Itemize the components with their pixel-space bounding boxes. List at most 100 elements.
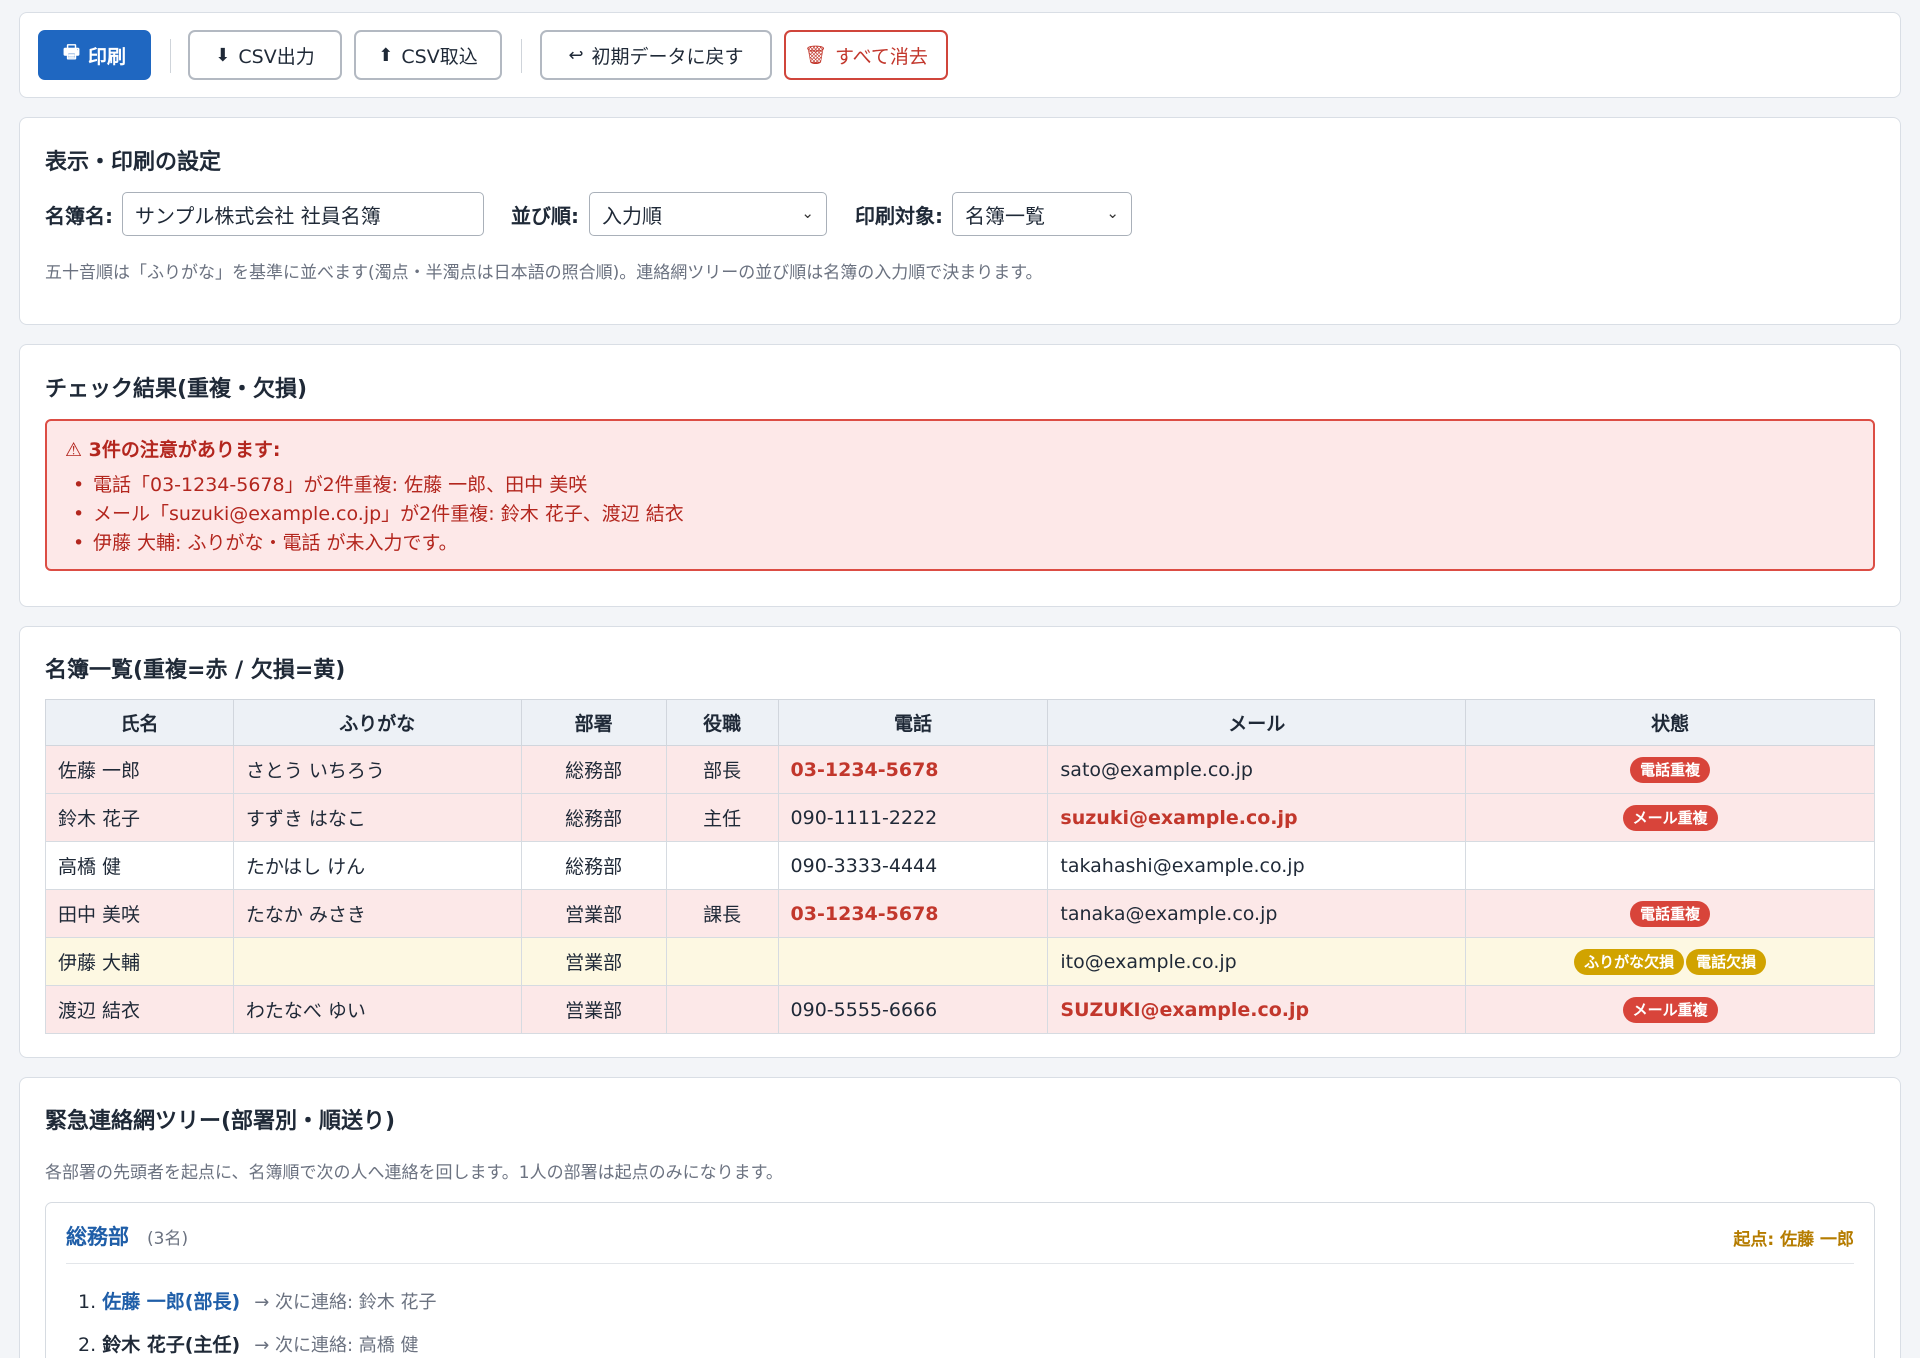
alert-list: 電話「03-1234-5678」が2件重複: 佐藤 一郎、田中 美咲 メール「s…: [73, 471, 684, 558]
tree-note: 各部署の先頭者を起点に、名簿順で次の人へ連絡を回します。1人の部署は起点のみにな…: [45, 1163, 783, 1183]
status-badge: ふりがな欠損: [1574, 948, 1685, 975]
chain-no: 2.: [78, 1334, 97, 1356]
settings-title: 表示・印刷の設定: [45, 150, 222, 175]
cell-dept: 営業部: [520, 937, 667, 986]
cell-email: SUZUKI@example.co.jp: [1047, 985, 1467, 1034]
cell-status: [1465, 841, 1875, 890]
cell-phone: 03-1234-5678: [777, 745, 1049, 794]
col-header-dept[interactable]: 部署: [520, 699, 667, 746]
table-row[interactable]: 渡辺 結衣 わたなべ ゆい 営業部 090-5555-6666 SUZUKI@e…: [45, 985, 1875, 1034]
table-row[interactable]: 鈴木 花子 すずき はなこ 総務部 主任 090-1111-2222 suzuk…: [45, 793, 1875, 842]
cell-role: [665, 985, 779, 1034]
cell-phone: 090-1111-2222: [777, 793, 1049, 842]
chevron-down-icon: ⌄: [1106, 204, 1119, 222]
status-badge: メール重複: [1622, 996, 1718, 1023]
cell-name: 伊藤 大輔: [45, 937, 234, 986]
arrow-down-icon: ⬇: [215, 44, 231, 66]
cell-email: takahashi@example.co.jp: [1047, 841, 1467, 890]
chain-name: 鈴木 花子(主任): [102, 1334, 241, 1356]
cell-name: 田中 美咲: [45, 889, 234, 938]
print-target-value: 名簿一覧: [965, 203, 1045, 228]
check-title: チェック結果(重複・欠損): [45, 377, 308, 402]
print-button[interactable]: 🖶 印刷: [38, 30, 151, 80]
origin-label: 起点: 佐藤 一郎: [1733, 1230, 1854, 1250]
cell-name: 渡辺 結衣: [45, 985, 234, 1034]
table-row[interactable]: 伊藤 大輔 営業部 ito@example.co.jp ふりがな欠損 電話欠損: [45, 937, 1875, 986]
print-button-label: 印刷: [87, 45, 126, 68]
clear-all-button[interactable]: 🗑 すべて消去: [784, 30, 948, 80]
undo-icon: ↩: [568, 44, 584, 66]
cell-role: 部長: [665, 745, 779, 794]
status-badge: 電話重複: [1630, 900, 1711, 927]
col-header-name[interactable]: 氏名: [45, 699, 234, 746]
cell-role: [665, 937, 779, 986]
alert-item: 伊藤 大輔: ふりがな・電話 が未入力です。: [73, 529, 684, 558]
status-badge: メール重複: [1622, 804, 1718, 831]
col-header-phone[interactable]: 電話: [777, 699, 1049, 746]
sort-select[interactable]: 入力順 ⌄: [589, 192, 827, 236]
chain-item: 2. 鈴木 花子(主任) → 次に連絡: 高橋 健: [78, 1324, 437, 1358]
cell-dept: 営業部: [520, 985, 667, 1034]
printer-icon: 🖶: [62, 42, 80, 63]
settings-panel: 表示・印刷の設定 名簿名: サンプル株式会社 社員名簿 並び順: 入力順 ⌄ 印…: [19, 117, 1901, 325]
col-header-role[interactable]: 役職: [665, 699, 779, 746]
cell-name: 鈴木 花子: [45, 793, 234, 842]
status-badge: 電話欠損: [1686, 948, 1767, 975]
alert-item: メール「suzuki@example.co.jp」が2件重複: 鈴木 花子、渡辺…: [73, 500, 684, 529]
chain-no: 1.: [78, 1291, 97, 1313]
divider: [66, 1263, 1854, 1264]
chain-item: 1. 佐藤 一郎(部長) → 次に連絡: 鈴木 花子: [78, 1281, 437, 1324]
roster-name-value: サンプル株式会社 社員名簿: [135, 203, 381, 228]
csv-export-button[interactable]: ⬇ CSV出力: [188, 30, 342, 80]
cell-name: 佐藤 一郎: [45, 745, 234, 794]
cell-status: 電話重複: [1465, 889, 1875, 938]
cell-phone: 03-1234-5678: [777, 889, 1049, 938]
cell-dept: 営業部: [520, 889, 667, 938]
print-target-select[interactable]: 名簿一覧 ⌄: [952, 192, 1132, 236]
cell-status: メール重複: [1465, 985, 1875, 1034]
dept-name: 総務部: [66, 1225, 129, 1249]
status-badge: 電話重複: [1630, 756, 1711, 783]
dept-header: 総務部 (3名): [66, 1221, 188, 1251]
cell-name: 高橋 健: [45, 841, 234, 890]
chain-next: → 次に連絡: 鈴木 花子: [254, 1292, 437, 1313]
cell-email: tanaka@example.co.jp: [1047, 889, 1467, 938]
csv-import-button[interactable]: ⬆ CSV取込: [354, 30, 502, 80]
cell-status: メール重複: [1465, 793, 1875, 842]
toolbar-separator: [170, 39, 171, 73]
table-row[interactable]: 佐藤 一郎 さとう いちろう 総務部 部長 03-1234-5678 sato@…: [45, 745, 1875, 794]
alert-title-text: 3件の注意があります:: [88, 439, 281, 461]
cell-phone: 090-3333-4444: [777, 841, 1049, 890]
reset-data-button[interactable]: ↩ 初期データに戻す: [540, 30, 772, 80]
cell-dept: 総務部: [520, 745, 667, 794]
alert-item: 電話「03-1234-5678」が2件重複: 佐藤 一郎、田中 美咲: [73, 471, 684, 500]
roster-panel: 名簿一覧(重複=赤 / 欠損=黄) 氏名 ふりがな 部署 役職 電話 メール 状…: [19, 626, 1901, 1058]
print-target-label: 印刷対象:: [855, 204, 943, 228]
alert-title: ⚠ 3件の注意があります:: [65, 435, 281, 462]
cell-kana: [232, 937, 522, 986]
cell-kana: たかはし けん: [232, 841, 522, 890]
table-header-row: 氏名 ふりがな 部署 役職 電話 メール 状態: [45, 699, 1875, 746]
col-header-kana[interactable]: ふりがな: [232, 699, 522, 746]
cell-email: ito@example.co.jp: [1047, 937, 1467, 986]
sort-value: 入力順: [602, 203, 662, 228]
table-row[interactable]: 高橋 健 たかはし けん 総務部 090-3333-4444 takahashi…: [45, 841, 1875, 890]
col-header-status[interactable]: 状態: [1465, 699, 1875, 746]
cell-role: 主任: [665, 793, 779, 842]
cell-kana: すずき はなこ: [232, 793, 522, 842]
cell-role: 課長: [665, 889, 779, 938]
roster-name-label: 名簿名:: [45, 204, 113, 228]
roster-table: 氏名 ふりがな 部署 役職 電話 メール 状態 佐藤 一郎 さとう いちろう 総…: [45, 699, 1875, 1034]
col-header-email[interactable]: メール: [1047, 699, 1467, 746]
toolbar-separator: [521, 39, 522, 73]
contact-chain: 1. 佐藤 一郎(部長) → 次に連絡: 鈴木 花子 2. 鈴木 花子(主任) …: [78, 1281, 437, 1358]
table-row[interactable]: 田中 美咲 たなか みさき 営業部 課長 03-1234-5678 tanaka…: [45, 889, 1875, 938]
toolbar: 🖶 印刷 ⬇ CSV出力 ⬆ CSV取込 ↩ 初期データに戻す 🗑 すべて消去: [19, 12, 1901, 98]
cell-kana: わたなべ ゆい: [232, 985, 522, 1034]
warning-alert: ⚠ 3件の注意があります: 電話「03-1234-5678」が2件重複: 佐藤 …: [45, 419, 1875, 571]
chain-next: → 次に連絡: 高橋 健: [254, 1335, 419, 1356]
roster-name-input[interactable]: サンプル株式会社 社員名簿: [122, 192, 484, 236]
tree-panel: 緊急連絡網ツリー(部署別・順送り) 各部署の先頭者を起点に、名簿順で次の人へ連絡…: [19, 1077, 1901, 1358]
cell-status: 電話重複: [1465, 745, 1875, 794]
cell-phone: 090-5555-6666: [777, 985, 1049, 1034]
